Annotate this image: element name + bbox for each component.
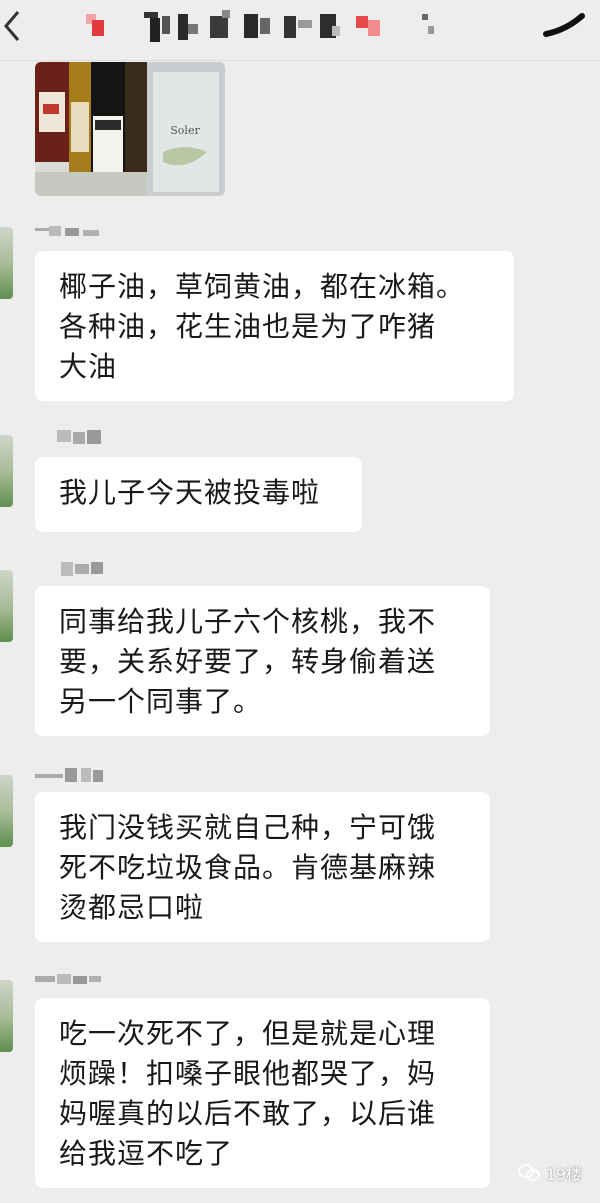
avatar[interactable] [0,570,13,642]
sender-name-censored [35,768,103,782]
photo-message[interactable]: Soler [35,62,225,196]
sender-name-censored [61,562,103,576]
wechat-logo-icon [517,1164,540,1181]
chat-bubble: 椰子油，草饲黄油，都在冰箱。 各种油，花生油也是为了咋猪 大油 [35,251,514,401]
chat-bubble: 我门没钱买就自己种，宁可饿 死不吃垃圾食品。肯德基麻辣 烫都忌口啦 [35,792,490,942]
oil-bottles-image: Soler [35,62,225,196]
chat-header [0,0,600,61]
avatar[interactable] [0,435,13,507]
avatar[interactable] [0,775,13,847]
sender-name-censored [35,226,99,236]
chat-bubble: 我儿子今天被投毒啦 [35,457,362,532]
chat-bubble: 同事给我儿子六个核桃，我不 要，关系好要了，转身偷着送 另一个同事了。 [35,586,490,736]
sender-name-censored [35,974,101,984]
photo-label: Soler [170,124,200,137]
watermark: 19楼 [517,1161,582,1185]
avatar[interactable] [0,980,13,1052]
chat-bubble: 吃一次死不了，但是就是心理 烦躁！扣嗓子眼他都哭了，妈 妈喔真的以后不敢了，以后… [35,998,490,1188]
chat-title-censored [86,10,434,42]
watermark-text: 19楼 [545,1165,582,1184]
sender-name-censored [57,430,101,444]
avatar[interactable] [0,227,13,299]
back-arrow-icon[interactable] [0,6,22,46]
more-icon[interactable] [526,10,586,40]
